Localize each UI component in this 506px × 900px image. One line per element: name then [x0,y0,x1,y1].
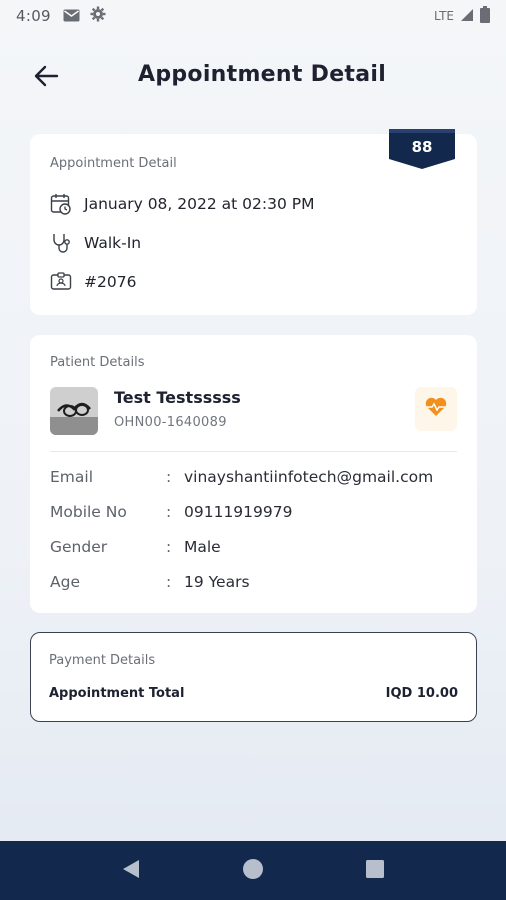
appointment-card: Appointment Detail 88 January 08, 2022 a… [30,129,477,315]
circle-home-icon [242,858,264,884]
payment-total-label: Appointment Total [49,686,185,701]
id-card-icon [50,271,72,293]
nav-back-button[interactable] [111,851,151,891]
detail-row-email: Email : vinayshantiinfotech@gmail.com [50,468,460,490]
age-value: 19 Years [184,573,250,591]
appointment-id: #2076 [84,273,137,291]
divider [50,451,457,452]
gender-value: Male [184,538,221,556]
detail-colon: : [166,503,172,521]
patient-section-label: Patient Details [50,355,145,370]
mail-icon [63,7,80,26]
calendar-clock-icon [50,193,72,215]
appointment-id-row: #2076 [50,271,136,293]
signal-icon [460,7,474,26]
appointment-type-row: Walk-In [50,232,141,254]
patient-avatar [50,387,98,435]
detail-key: Email [50,468,94,486]
system-nav-bar [0,841,506,900]
token-badge: 88 [389,129,455,173]
health-record-button[interactable] [415,387,457,431]
detail-row-mobile: Mobile No : 09111919979 [50,503,460,525]
settings-icon [90,6,106,26]
appointment-section-label: Appointment Detail [50,156,177,171]
app-header: Appointment Detail [0,50,506,106]
detail-row-gender: Gender : Male [50,538,460,560]
nav-recents-button[interactable] [355,851,395,891]
square-recents-icon [366,859,384,882]
heart-pulse-icon [424,396,448,422]
token-number: 88 [411,138,433,156]
detail-key: Gender [50,538,108,556]
detail-key: Mobile No [50,503,127,521]
patient-id: OHN00-1640089 [114,415,227,430]
triangle-back-icon [122,859,140,883]
network-type: LTE [434,9,454,23]
page-title: Appointment Detail [138,62,387,87]
patient-name: Test Testsssss [114,388,241,407]
payment-card: Payment Details Appointment Total IQD 10… [30,632,477,722]
payment-total-value: IQD 10.00 [385,686,458,701]
arrow-left-icon [33,65,59,91]
nav-home-button[interactable] [233,851,273,891]
detail-colon: : [166,468,172,486]
mobile-value: 09111919979 [184,503,293,521]
payment-section-label: Payment Details [49,653,156,668]
detail-colon: : [166,538,172,556]
detail-key: Age [50,573,80,591]
detail-colon: : [166,573,172,591]
appointment-type: Walk-In [84,234,142,252]
payment-total-row: Appointment Total IQD 10.00 [49,686,458,701]
detail-row-age: Age : 19 Years [50,573,460,595]
appointment-datetime: January 08, 2022 at 02:30 PM [84,195,315,213]
appointment-datetime-row: January 08, 2022 at 02:30 PM [50,193,314,215]
battery-icon [480,5,490,27]
status-time: 4:09 [16,7,51,25]
back-button[interactable] [28,60,64,96]
status-bar: 4:09 LTE [0,0,506,32]
email-value: vinayshantiinfotech@gmail.com [184,468,434,486]
patient-card: Patient Details Test Testsssss OHN00-164… [30,335,477,613]
stethoscope-icon [50,232,72,254]
